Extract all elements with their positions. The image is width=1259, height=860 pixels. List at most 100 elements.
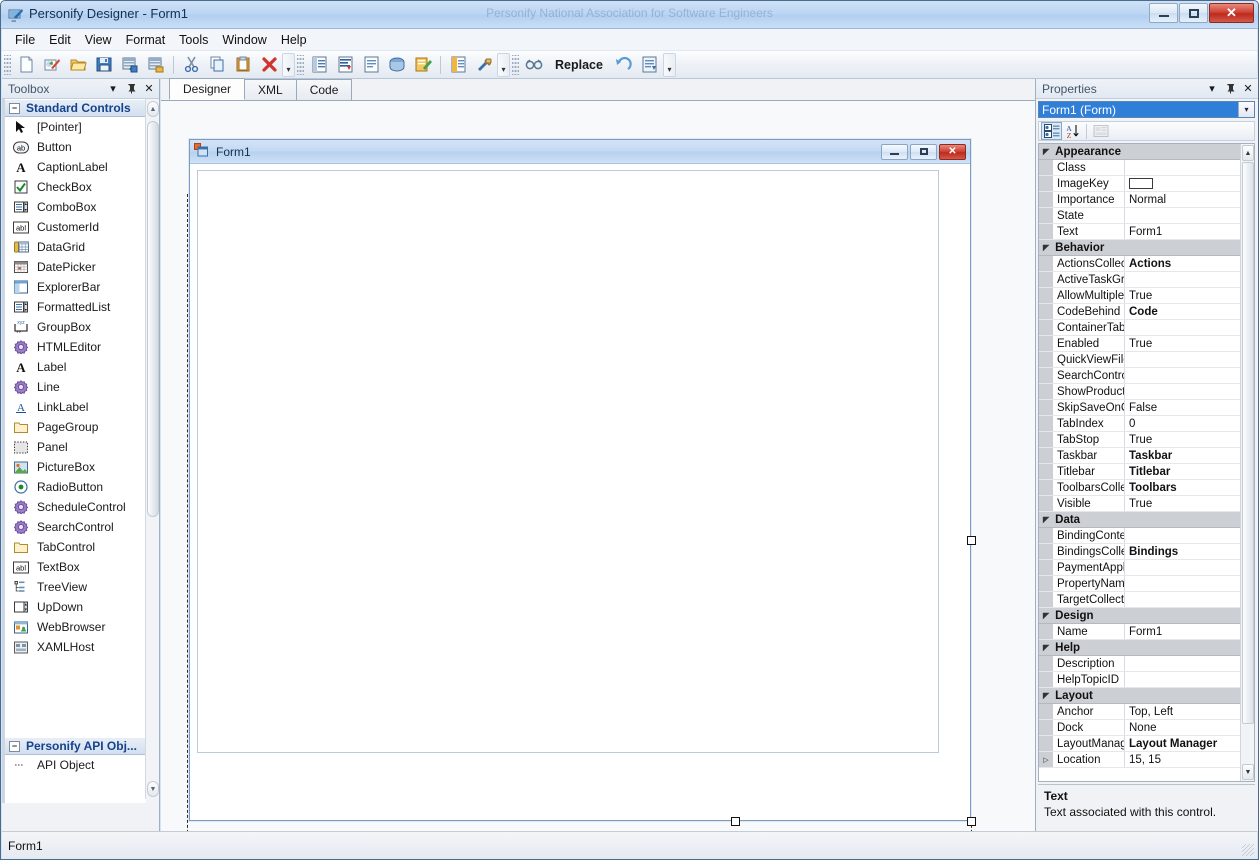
menu-edit[interactable]: Edit	[42, 30, 78, 50]
toolbox-item-radiobutton[interactable]: RadioButton	[5, 477, 146, 497]
form-close-button[interactable]: ✕	[939, 143, 966, 160]
toolbar-overflow-button-3[interactable]: ▾	[662, 52, 676, 77]
toolbox-item-picturebox[interactable]: PictureBox	[5, 457, 146, 477]
delete-icon[interactable]	[257, 53, 281, 77]
toolbox-item-htmleditor[interactable]: HTMLEditor	[5, 337, 146, 357]
toolbox-item-treeview[interactable]: TreeView	[5, 577, 146, 597]
scroll-down-icon[interactable]: ▼	[1242, 764, 1254, 780]
toolbox-item-panel[interactable]: Panel	[5, 437, 146, 457]
scroll-up-icon[interactable]: ▲	[1242, 145, 1254, 161]
properties-window-icon[interactable]	[307, 53, 331, 77]
property-value[interactable]	[1125, 384, 1254, 399]
toolbox-item-tabcontrol[interactable]: TabControl	[5, 537, 146, 557]
toolbox-item-checkbox[interactable]: CheckBox	[5, 177, 146, 197]
copy-icon[interactable]	[205, 53, 229, 77]
designed-form[interactable]: Form1 ✕	[189, 139, 971, 821]
toolbox-item-schedulecontrol[interactable]: ScheduleControl	[5, 497, 146, 517]
toolbox-item-api-object[interactable]: API Object	[5, 755, 146, 775]
property-value[interactable]: Form1	[1125, 224, 1254, 239]
close-icon[interactable]: ✕	[1240, 81, 1256, 97]
property-row[interactable]: ▷ Location 15, 15	[1039, 752, 1254, 768]
cut-icon[interactable]	[179, 53, 203, 77]
close-icon[interactable]: ✕	[141, 81, 157, 97]
toolbox-item-datepicker[interactable]: DatePicker	[5, 257, 146, 277]
property-row[interactable]: State	[1039, 208, 1254, 224]
toolbox-item-label[interactable]: A Label	[5, 357, 146, 377]
property-value[interactable]	[1125, 160, 1254, 175]
toolbar-overflow-button-1[interactable]: ▾	[282, 52, 295, 77]
window-minimize-button[interactable]	[1149, 3, 1178, 23]
property-row[interactable]: HelpTopicID	[1039, 672, 1254, 688]
scroll-down-icon[interactable]: ▼	[147, 781, 159, 797]
property-value[interactable]	[1125, 528, 1254, 543]
property-value[interactable]: Taskbar	[1125, 448, 1254, 463]
property-row[interactable]: Taskbar Taskbar	[1039, 448, 1254, 464]
toolbox-item-combobox[interactable]: ComboBox	[5, 197, 146, 217]
toolbox-item-xamlhost[interactable]: XAMLHost	[5, 637, 146, 657]
scroll-up-icon[interactable]: ▲	[147, 101, 159, 117]
toolbox-item-explorerbar[interactable]: ExplorerBar	[5, 277, 146, 297]
property-row[interactable]: Name Form1	[1039, 624, 1254, 640]
property-row[interactable]: PaymentApplic	[1039, 560, 1254, 576]
resize-handle-bottom-center[interactable]	[731, 817, 740, 826]
window-close-button[interactable]: ✕	[1209, 3, 1254, 23]
property-value[interactable]	[1125, 656, 1254, 671]
property-row[interactable]: SkipSaveOnCl False	[1039, 400, 1254, 416]
save-as-icon[interactable]	[144, 53, 168, 77]
format-document-icon[interactable]	[638, 53, 662, 77]
edit-document-icon[interactable]	[411, 53, 435, 77]
property-row[interactable]: Description	[1039, 656, 1254, 672]
property-value[interactable]: True	[1125, 496, 1254, 511]
property-value[interactable]: Code	[1125, 304, 1254, 319]
properties-scrollbar-thumb[interactable]	[1242, 162, 1254, 724]
property-value[interactable]	[1125, 352, 1254, 367]
tab-code[interactable]: Code	[295, 79, 353, 100]
property-row[interactable]: ActiveTaskGro	[1039, 272, 1254, 288]
build-icon[interactable]	[472, 53, 496, 77]
property-row[interactable]: Anchor Top, Left	[1039, 704, 1254, 720]
menu-tools[interactable]: Tools	[172, 30, 215, 50]
toolbox-scrollbar[interactable]: ▲ ▼	[145, 99, 159, 799]
property-pages-icon[interactable]	[1090, 122, 1111, 140]
property-value[interactable]: 15, 15	[1125, 752, 1254, 767]
toolbox-item-groupbox[interactable]: xyz GroupBox	[5, 317, 146, 337]
toolbox-item-captionlabel[interactable]: A CaptionLabel	[5, 157, 146, 177]
task-list-icon[interactable]	[385, 53, 409, 77]
property-row[interactable]: Text Form1	[1039, 224, 1254, 240]
toolbox-item-customerid[interactable]: abl CustomerId	[5, 217, 146, 237]
property-row[interactable]: LayoutManagerLayout Manager	[1039, 736, 1254, 752]
form-maximize-button[interactable]	[910, 143, 937, 160]
property-value[interactable]: Layout Manager	[1125, 736, 1254, 751]
chevron-down-icon[interactable]: ▾	[1238, 102, 1254, 117]
chevron-down-icon[interactable]: ▾	[1204, 81, 1220, 97]
property-value[interactable]	[1125, 368, 1254, 383]
property-category-layout[interactable]: ◤ Layout	[1039, 688, 1254, 704]
tab-designer[interactable]: Designer	[169, 78, 246, 100]
toolbox-item-textbox[interactable]: abl TextBox	[5, 557, 146, 577]
toolbox-item-linklabel[interactable]: A LinkLabel	[5, 397, 146, 417]
designer-surface[interactable]: Form1 ✕	[161, 101, 1035, 859]
property-category-data[interactable]: ◤ Data	[1039, 512, 1254, 528]
property-row[interactable]: Visible True	[1039, 496, 1254, 512]
property-value[interactable]	[1125, 320, 1254, 335]
property-value[interactable]	[1125, 592, 1254, 607]
property-row[interactable]: TabStop True	[1039, 432, 1254, 448]
undo-icon[interactable]	[612, 53, 636, 77]
property-row[interactable]: ShowProductC	[1039, 384, 1254, 400]
menu-format[interactable]: Format	[119, 30, 173, 50]
menu-help[interactable]: Help	[274, 30, 314, 50]
outline-icon[interactable]	[359, 53, 383, 77]
property-value[interactable]	[1125, 208, 1254, 223]
toolbox-item-pagegroup[interactable]: PageGroup	[5, 417, 146, 437]
find-icon[interactable]	[522, 53, 546, 77]
property-value[interactable]: True	[1125, 288, 1254, 303]
tab-xml[interactable]: XML	[244, 79, 297, 100]
toolbox-item-button[interactable]: ab Button	[5, 137, 146, 157]
property-value[interactable]: Normal	[1125, 192, 1254, 207]
resize-handle-middle-right[interactable]	[967, 536, 976, 545]
property-row[interactable]: Dock None	[1039, 720, 1254, 736]
property-row[interactable]: ActionsCollect Actions	[1039, 256, 1254, 272]
replace-button[interactable]: Replace	[547, 58, 611, 72]
property-row[interactable]: Enabled True	[1039, 336, 1254, 352]
property-value[interactable]	[1125, 272, 1254, 287]
